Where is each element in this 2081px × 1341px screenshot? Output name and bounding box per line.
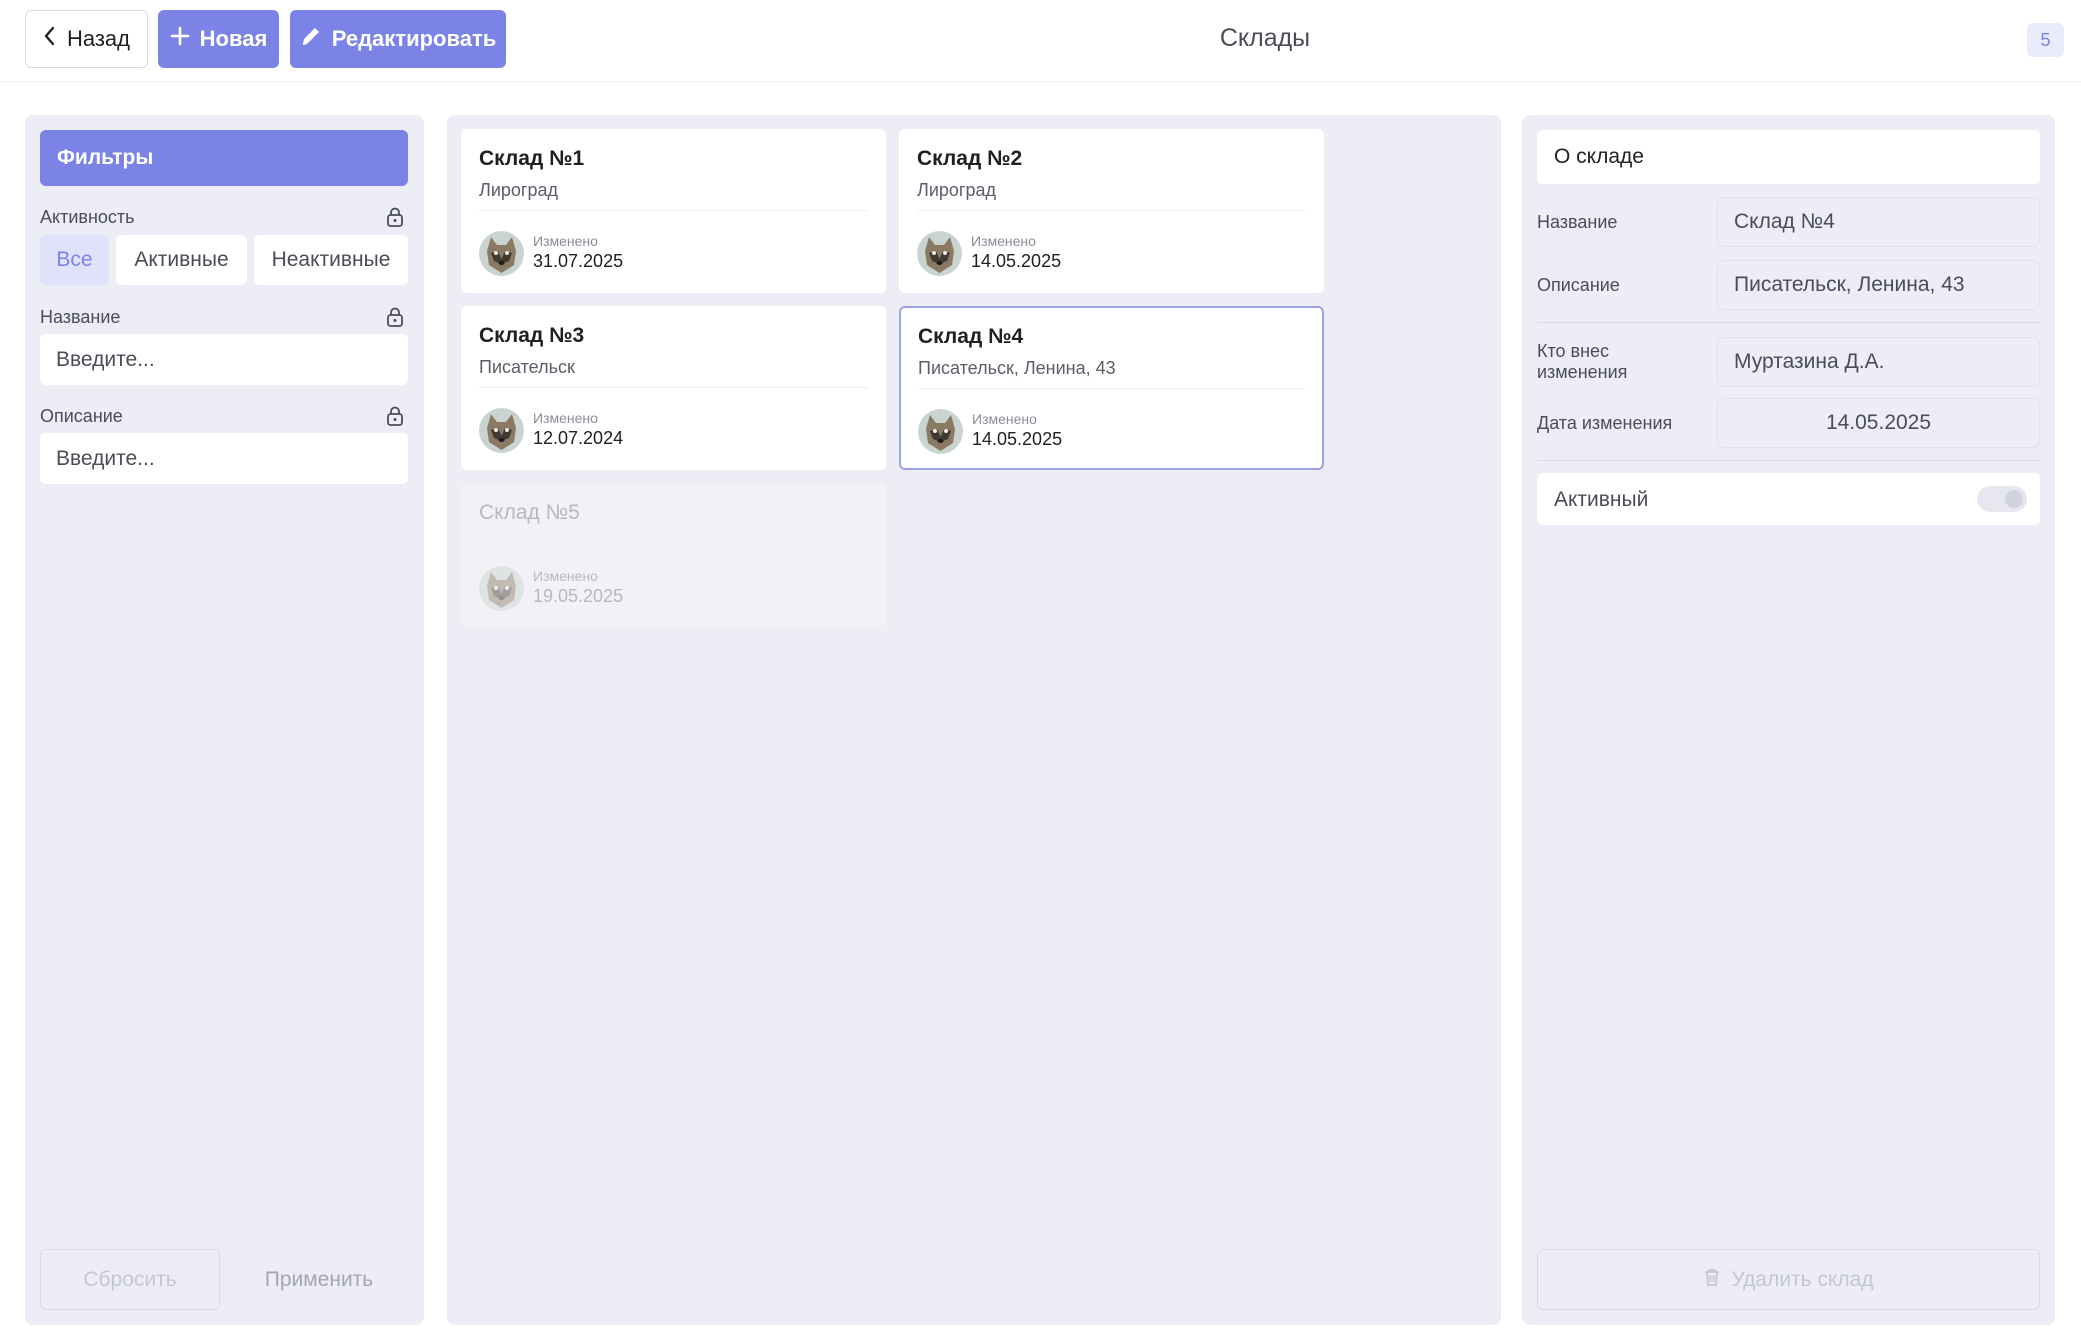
card-modified-date: 14.05.2025	[971, 251, 1062, 271]
lock-icon[interactable]	[386, 207, 404, 227]
apply-button[interactable]: Применить	[230, 1249, 408, 1310]
card-modified-date: 14.05.2025	[972, 429, 1063, 449]
card-subtitle: Лироград	[479, 180, 558, 200]
card-title: Склад №3	[479, 324, 585, 347]
detail-date-label: Дата изменения	[1537, 413, 1673, 433]
page-title: Склады	[1219, 24, 1311, 52]
detail-name-field[interactable]: Склад №4	[1717, 197, 2040, 247]
detail-date-field: 14.05.2025	[1717, 398, 2040, 448]
detail-divider	[1537, 460, 2040, 461]
activity-label: Активность	[40, 207, 135, 227]
card-modified-label: Изменено	[972, 411, 1037, 427]
warehouse-list-panel: Склад №1 Лироград Изменено 31.07.2025 Ск…	[447, 115, 1501, 1325]
description-filter-label: Описание	[40, 406, 123, 426]
card-subtitle: Писательск	[479, 357, 575, 377]
active-label: Активный	[1554, 488, 1649, 511]
new-button-label: Новая	[199, 26, 268, 51]
pencil-icon	[300, 25, 322, 53]
detail-divider	[1537, 322, 2040, 323]
details-header: О складе	[1537, 130, 2040, 184]
detail-author-label-line2: изменения	[1537, 362, 1628, 382]
card-title: Склад №1	[479, 147, 585, 170]
card-title: Склад №5	[479, 501, 580, 524]
card-subtitle: Писательск, Ленина, 43	[918, 358, 1116, 378]
edit-button[interactable]: Редактировать	[290, 10, 506, 68]
filters-panel: Фильтры Активность Все Активные Неактивн…	[25, 115, 424, 1325]
avatar	[479, 566, 524, 611]
detail-author-label: Кто внес изменения	[1537, 341, 1627, 383]
card-modified-date: 12.07.2024	[533, 428, 624, 448]
card-modified-label: Изменено	[971, 233, 1036, 249]
card-modified-date: 31.07.2025	[533, 251, 624, 271]
avatar	[918, 409, 963, 454]
reset-button[interactable]: Сбросить	[40, 1249, 220, 1310]
delete-button-label: Удалить склад	[1731, 1267, 1874, 1291]
card-modified-label: Изменено	[533, 233, 598, 249]
activity-option-all[interactable]: Все	[40, 235, 109, 285]
warehouse-card[interactable]: Склад №1 Лироград Изменено 31.07.2025	[461, 129, 886, 293]
avatar	[917, 231, 962, 276]
activity-option-inactive[interactable]: Неактивные	[254, 235, 408, 285]
warehouse-card-inactive[interactable]: Склад №5 Изменено 19.05.2025	[461, 483, 886, 627]
toggle-knob	[2005, 490, 2023, 508]
description-filter-input[interactable]: Введите...	[40, 433, 408, 484]
card-title: Склад №2	[917, 147, 1023, 170]
back-button[interactable]: Назад	[25, 10, 148, 68]
activity-option-active[interactable]: Активные	[116, 235, 247, 285]
active-row: Активный	[1537, 473, 2040, 525]
name-filter-label: Название	[40, 307, 121, 327]
active-toggle[interactable]	[1977, 486, 2027, 512]
details-panel: О складе Название Склад №4 Описание Писа…	[1522, 115, 2055, 1325]
plus-icon	[170, 26, 190, 52]
card-modified-label: Изменено	[533, 410, 598, 426]
avatar	[479, 231, 524, 276]
warehouse-card-selected[interactable]: Склад №4 Писательск, Ленина, 43 Изменено…	[899, 306, 1324, 470]
detail-name-label: Название	[1537, 212, 1618, 232]
card-title: Склад №4	[918, 325, 1024, 348]
new-button[interactable]: Новая	[158, 10, 279, 68]
name-filter-input[interactable]: Введите...	[40, 334, 408, 385]
card-divider	[918, 388, 1305, 389]
card-divider	[479, 210, 868, 211]
card-subtitle: Лироград	[917, 180, 996, 200]
card-modified-label: Изменено	[533, 568, 598, 584]
card-divider	[917, 210, 1306, 211]
filters-header: Фильтры	[40, 130, 408, 186]
top-bar: Назад Новая Редактировать Склады 5	[0, 0, 2081, 82]
detail-description-field[interactable]: Писательск, Ленина, 43	[1717, 260, 2040, 310]
card-divider	[479, 387, 868, 388]
lock-icon[interactable]	[386, 307, 404, 327]
warehouse-card[interactable]: Склад №2 Лироград Изменено 14.05.2025	[899, 129, 1324, 293]
count-badge: 5	[2027, 23, 2064, 57]
card-modified-date: 19.05.2025	[533, 586, 624, 606]
detail-author-field: Муртазина Д.А.	[1717, 337, 2040, 387]
trash-icon	[1703, 1267, 1721, 1293]
detail-author-label-line1: Кто внес	[1537, 341, 1610, 361]
lock-icon[interactable]	[386, 406, 404, 426]
detail-description-label: Описание	[1537, 275, 1620, 295]
avatar	[479, 408, 524, 453]
edit-button-label: Редактировать	[331, 26, 497, 51]
back-button-label: Назад	[66, 26, 131, 51]
warehouse-card[interactable]: Склад №3 Писательск Изменено 12.07.2024	[461, 306, 886, 470]
chevron-left-icon	[43, 26, 55, 52]
delete-warehouse-button[interactable]: Удалить склад	[1537, 1249, 2040, 1310]
